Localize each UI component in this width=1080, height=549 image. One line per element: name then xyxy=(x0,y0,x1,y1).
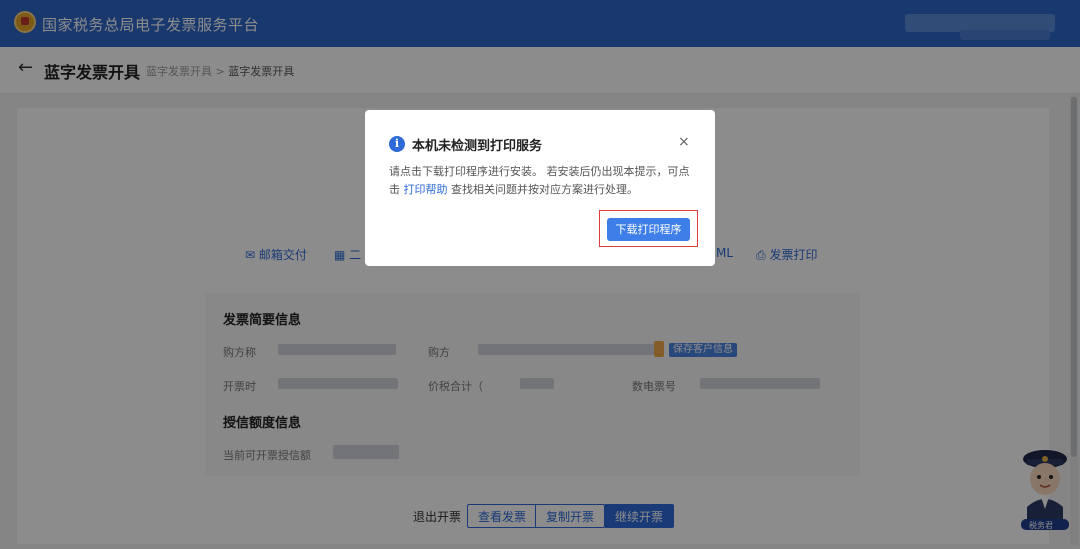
modal-overlay[interactable] xyxy=(0,0,1080,549)
dialog-message-part-2: 查找相关问题并按对应方案进行处理。 xyxy=(447,183,638,196)
close-icon[interactable]: × xyxy=(678,134,690,150)
print-help-link[interactable]: 打印帮助 xyxy=(404,183,448,196)
download-print-program-button[interactable]: 下载打印程序 xyxy=(607,218,690,241)
print-service-dialog: i 本机未检测到打印服务 × 请点击下载打印程序进行安装。 若安装后仍出现本提示… xyxy=(365,110,715,266)
dialog-title: 本机未检测到打印服务 xyxy=(412,139,543,154)
dialog-message: 请点击下载打印程序进行安装。 若安装后仍出现本提示，可点击 打印帮助 查找相关问… xyxy=(389,163,694,199)
info-icon: i xyxy=(389,136,405,152)
